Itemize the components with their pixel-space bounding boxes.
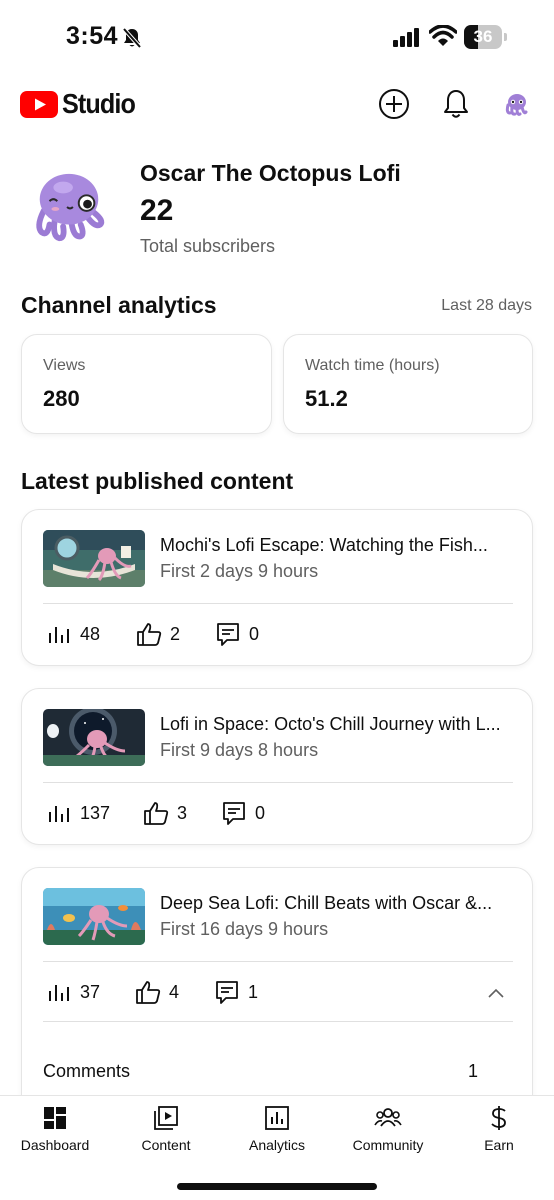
subscriber-label: Total subscribers <box>140 236 276 256</box>
video-card[interactable]: Mochi's Lofi Escape: Watching the Fish..… <box>21 509 533 666</box>
video-title: Deep Sea Lofi: Chill Beats with Oscar &.… <box>160 893 493 913</box>
channel-analytics-heading: Channel analytics <box>21 292 217 318</box>
analytics-date-range: Last 28 days <box>441 297 532 314</box>
subscriber-count: 22 <box>140 194 174 227</box>
latest-content-heading: Latest published content <box>21 468 294 494</box>
views-bar-chart-icon <box>49 985 69 1001</box>
stat-label: Watch time (hours) <box>305 357 440 374</box>
video-thumbnail[interactable] <box>43 888 145 945</box>
stat-value: 51.2 <box>305 386 348 411</box>
channel-name: Oscar The Octopus Lofi <box>140 160 401 186</box>
divider <box>43 961 513 962</box>
comments-metric: 0 <box>215 621 259 647</box>
views-bar-chart-icon <box>49 806 69 822</box>
analytics-icon <box>265 1106 289 1130</box>
thumbs-up-icon <box>137 623 162 646</box>
dashboard-icon <box>44 1107 66 1129</box>
thumbs-up-icon <box>136 981 161 1004</box>
likes-count: 4 <box>169 981 180 1002</box>
views-metric: 137 <box>46 800 110 826</box>
status-time: 3:54 <box>66 22 119 50</box>
cellular-signal-icon <box>393 28 419 47</box>
logo-text: Studio <box>62 88 136 119</box>
divider <box>43 782 513 783</box>
watch-time-stat-card[interactable]: Watch time (hours) 51.2 <box>283 334 533 434</box>
views-bar-chart-icon <box>49 627 69 643</box>
likes-metric: 2 <box>136 621 180 647</box>
likes-count: 2 <box>170 623 181 644</box>
status-bar: 3:54 36 <box>0 0 554 76</box>
video-title: Mochi's Lofi Escape: Watching the Fish..… <box>160 535 488 555</box>
views-stat-card[interactable]: Views 280 <box>21 334 272 434</box>
notifications-icon[interactable] <box>440 88 472 120</box>
nav-label: Analytics <box>248 1137 306 1153</box>
battery-icon: 36 <box>464 25 508 49</box>
stat-value: 280 <box>43 386 80 411</box>
comments-row-count: 1 <box>468 1061 479 1081</box>
video-published-time: First 9 days 8 hours <box>160 740 319 760</box>
nav-earn[interactable]: Earn <box>444 1104 554 1153</box>
comments-count: 0 <box>255 802 266 823</box>
views-count: 48 <box>80 623 101 644</box>
likes-metric: 4 <box>135 979 179 1005</box>
nav-content[interactable]: Content <box>111 1104 221 1153</box>
video-card-expanded[interactable]: Deep Sea Lofi: Chill Beats with Oscar &.… <box>21 867 533 1127</box>
youtube-studio-logo[interactable]: Studio <box>20 88 143 119</box>
home-indicator[interactable] <box>177 1183 377 1190</box>
nav-label: Dashboard <box>20 1137 90 1153</box>
nav-label: Earn <box>484 1137 514 1153</box>
video-thumbnail[interactable] <box>43 709 145 766</box>
video-published-time: First 2 days 9 hours <box>160 561 319 581</box>
divider <box>43 1021 513 1022</box>
comment-icon <box>223 802 245 825</box>
comments-row-label[interactable]: Comments <box>43 1061 130 1082</box>
comments-metric: 1 <box>214 979 258 1005</box>
video-published-time: First 16 days 9 hours <box>160 919 329 939</box>
nav-label: Community <box>352 1137 424 1153</box>
divider <box>43 603 513 604</box>
comment-icon <box>216 981 238 1004</box>
likes-metric: 3 <box>143 800 187 826</box>
bell-slash-icon <box>122 27 142 49</box>
likes-count: 3 <box>177 802 188 823</box>
views-count: 137 <box>80 802 111 823</box>
views-metric: 48 <box>46 621 100 647</box>
account-avatar[interactable] <box>502 89 532 119</box>
video-thumbnail[interactable] <box>43 530 145 587</box>
comments-count: 0 <box>249 623 260 644</box>
wifi-icon <box>429 25 457 46</box>
thumbs-up-icon <box>144 802 169 825</box>
nav-label: Content <box>141 1137 191 1153</box>
channel-avatar[interactable] <box>30 168 108 246</box>
video-title: Lofi in Space: Octo's Chill Journey with… <box>160 714 501 734</box>
content-icon <box>154 1106 178 1130</box>
views-count: 37 <box>80 981 101 1002</box>
youtube-play-logo-icon <box>20 90 58 118</box>
nav-dashboard[interactable]: Dashboard <box>0 1104 110 1153</box>
battery-percent: 36 <box>473 27 493 46</box>
nav-analytics[interactable]: Analytics <box>222 1104 332 1153</box>
community-icon <box>374 1108 402 1127</box>
video-card[interactable]: Lofi in Space: Octo's Chill Journey with… <box>21 688 533 845</box>
nav-community[interactable]: Community <box>333 1104 443 1153</box>
earn-icon <box>491 1106 506 1130</box>
stat-label: Views <box>43 357 86 374</box>
comment-icon <box>217 623 239 646</box>
create-icon[interactable] <box>378 88 410 120</box>
comments-metric: 0 <box>221 800 265 826</box>
views-metric: 37 <box>46 979 100 1005</box>
comments-count: 1 <box>248 981 259 1002</box>
chevron-up-icon[interactable] <box>486 984 506 1004</box>
